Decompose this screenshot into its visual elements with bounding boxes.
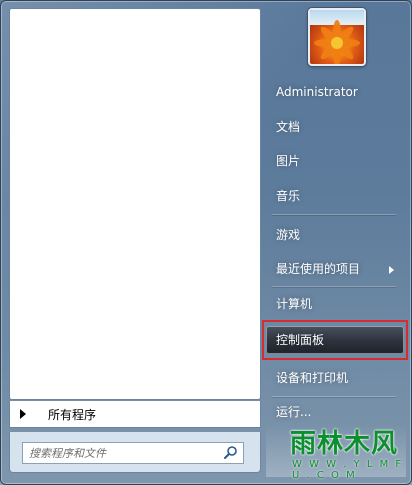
search-input[interactable]	[27, 445, 221, 461]
user-avatar[interactable]	[308, 8, 366, 66]
separator	[272, 214, 396, 215]
search-icon[interactable]	[223, 445, 239, 461]
recent-items-label: 最近使用的项目	[276, 262, 361, 276]
computer-item[interactable]: 计算机	[266, 290, 404, 318]
separator	[272, 396, 396, 397]
flower-icon	[314, 20, 360, 64]
recent-items-item[interactable]: 最近使用的项目	[266, 255, 404, 283]
shutdown-area[interactable]	[266, 425, 406, 477]
games-item[interactable]: 游戏	[266, 221, 404, 249]
devices-printers-item[interactable]: 设备和打印机	[266, 364, 404, 392]
documents-item[interactable]: 文档	[266, 113, 404, 141]
user-name-item[interactable]: Administrator	[266, 78, 404, 106]
search-area	[9, 432, 261, 473]
arrow-right-icon	[20, 409, 26, 419]
separator	[272, 286, 396, 287]
all-programs-label: 所有程序	[48, 407, 97, 422]
search-box[interactable]	[22, 442, 244, 464]
music-item[interactable]: 音乐	[266, 182, 404, 210]
all-programs-button[interactable]: 所有程序	[9, 401, 261, 428]
programs-list-pane	[9, 8, 261, 400]
run-item[interactable]: 运行...	[266, 398, 404, 426]
chevron-right-icon	[389, 266, 394, 274]
pictures-item[interactable]: 图片	[266, 147, 404, 175]
red-highlight-box	[262, 320, 408, 360]
